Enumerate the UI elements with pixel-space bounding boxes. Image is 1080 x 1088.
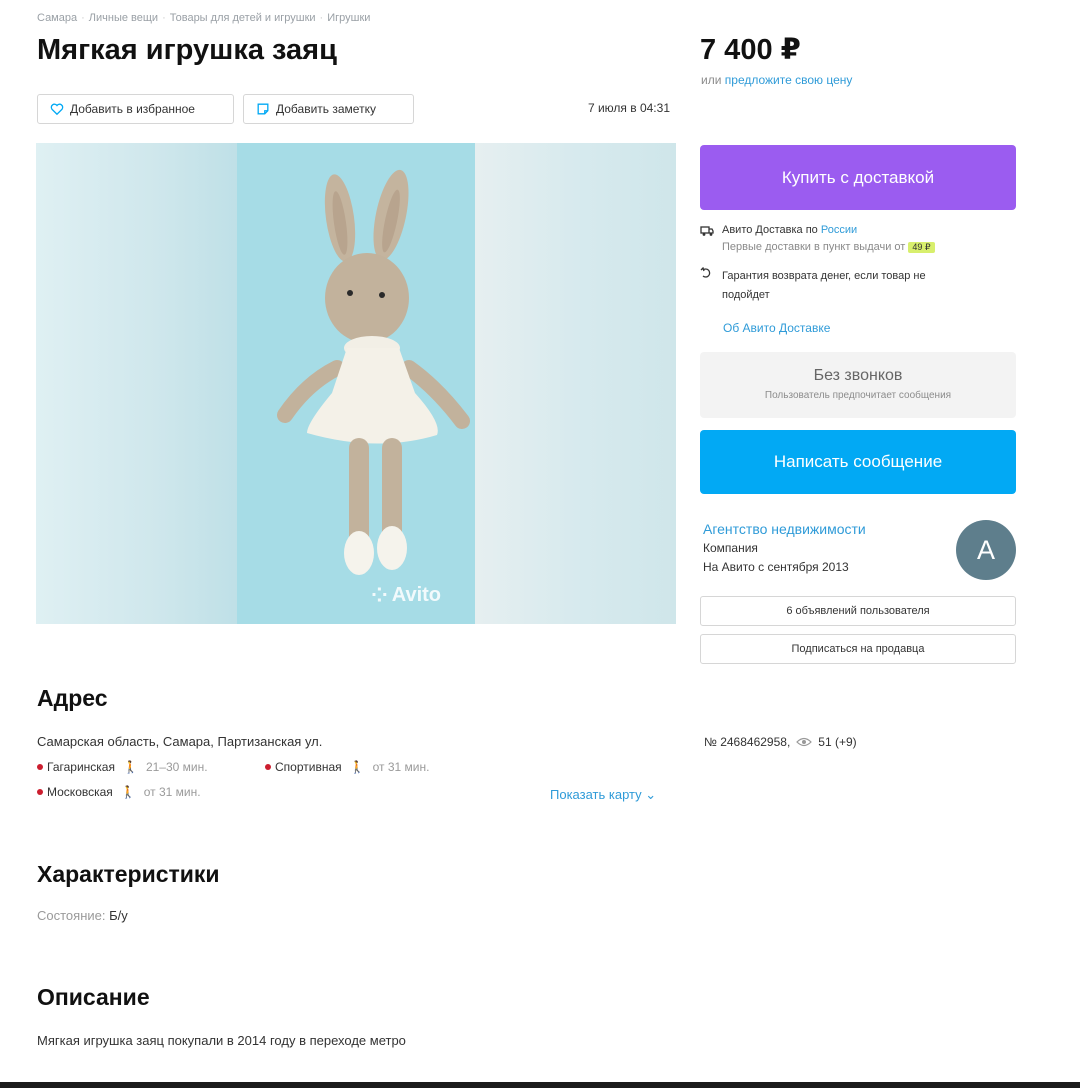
listing-title: Мягкая игрушка заяц (37, 34, 337, 66)
show-map-label: Показать карту (550, 787, 642, 802)
metro-name: Спортивная (275, 760, 342, 774)
show-map-link[interactable]: Показать карту ⌄ (550, 787, 656, 803)
price-offer: или предложите свою цену (701, 73, 852, 87)
no-calls-notice: Без звонков Пользователь предпочитает со… (700, 352, 1016, 418)
return-arrow-icon (700, 267, 711, 278)
offer-price-link[interactable]: предложите свою цену (725, 73, 853, 87)
money-back-guarantee: Гарантия возврата денег, если товар не п… (700, 267, 1016, 305)
metro-station: Гагаринская 🚶 21–30 мин. (37, 760, 208, 774)
delivery-info: Авито Доставка по России Первые доставки… (700, 224, 1016, 305)
eye-icon (796, 737, 813, 747)
about-delivery-link[interactable]: Об Авито Доставке (723, 321, 830, 335)
condition-label: Состояние: (37, 908, 106, 923)
buy-with-delivery-button[interactable]: Купить с доставкой (700, 145, 1016, 210)
bottom-divider (0, 1082, 1080, 1088)
breadcrumb-separator: · (319, 12, 324, 24)
avito-watermark: ⁘ Avito (371, 583, 441, 608)
watermark-text: Avito (391, 584, 442, 606)
gallery-prev-preview[interactable] (36, 143, 237, 624)
seller-ads-button[interactable]: 6 объявлений пользователя (700, 596, 1016, 626)
bunny-toy-image (237, 143, 475, 624)
breadcrumb: Самара · Личные вещи · Товары для детей … (37, 12, 370, 24)
metro-station: Московская 🚶 от 31 мин. (37, 785, 201, 799)
seller-avatar[interactable]: А (956, 520, 1016, 580)
price: 7 400 ₽ (700, 34, 801, 66)
condition-value: Б/у (109, 908, 128, 923)
metro-station: Спортивная 🚶 от 31 мин. (265, 760, 429, 774)
delivery-region-link[interactable]: России (821, 224, 857, 236)
listing-page: Самара · Личные вещи · Товары для детей … (0, 0, 1080, 1088)
photo-gallery[interactable]: ⁘ Avito (36, 143, 676, 624)
item-number: № 2468462958, (704, 735, 791, 749)
avito-logo-icon: ⁘ (371, 585, 388, 607)
characteristics-heading: Характеристики (37, 861, 220, 887)
metro-dot-icon (265, 764, 271, 770)
metro-name: Гагаринская (47, 760, 115, 774)
seller-name-link[interactable]: Агентство недвижимости (703, 521, 943, 537)
breadcrumb-item[interactable]: Игрушки (327, 12, 370, 24)
first-delivery-price-badge: 49 ₽ (908, 242, 935, 253)
address-line: Самарская область, Самара, Партизанская … (37, 734, 323, 749)
add-to-favorites-label: Добавить в избранное (70, 102, 195, 116)
address-heading: Адрес (37, 685, 108, 711)
add-note-button[interactable]: Добавить заметку (243, 94, 414, 124)
first-delivery-text: Первые доставки в пункт выдачи от (722, 241, 906, 253)
delivery-region-prefix: по (805, 224, 818, 236)
main-photo[interactable] (237, 143, 475, 624)
breadcrumb-item[interactable]: Товары для детей и игрушки (170, 12, 316, 24)
delivery-row: Авито Доставка по России (700, 224, 1016, 237)
metro-time: 21–30 мин. (145, 760, 208, 774)
metro-dot-icon (37, 764, 43, 770)
guarantee-text: Гарантия возврата денег, если товар не п… (722, 270, 926, 301)
metro-time: от 31 мин. (372, 760, 430, 774)
first-delivery-note: Первые доставки в пункт выдачи от 49 ₽ (722, 241, 1016, 253)
heart-icon (50, 103, 64, 116)
metro-time: от 31 мин. (143, 785, 201, 799)
walk-icon: 🚶 (349, 760, 365, 774)
item-meta: № 2468462958, 51 (+9) (704, 735, 857, 749)
seller-type: Компания (703, 541, 758, 555)
breadcrumb-item[interactable]: Самара (37, 12, 77, 24)
chevron-down-icon: ⌄ (645, 787, 657, 802)
walk-icon: 🚶 (120, 785, 136, 799)
description-heading: Описание (37, 984, 150, 1010)
price-offer-prefix: или (701, 73, 722, 87)
delivery-title: Авито Доставка (722, 224, 803, 236)
no-calls-title: Без звонков (813, 367, 903, 384)
views-count: 51 (+9) (818, 735, 857, 749)
description-text: Мягкая игрушка заяц покупали в 2014 году… (37, 1033, 406, 1048)
seller-info: Агентство недвижимости Компания На Авито… (703, 521, 943, 579)
note-icon (257, 103, 269, 115)
no-calls-subtitle: Пользователь предпочитает сообщения (764, 390, 952, 401)
metro-name: Московская (47, 785, 113, 799)
breadcrumb-item[interactable]: Личные вещи (89, 12, 158, 24)
delivery-truck-icon (700, 226, 714, 236)
seller-since: На Авито с сентября 2013 (703, 560, 849, 574)
condition-row: Состояние: Б/у (37, 908, 128, 923)
add-note-label: Добавить заметку (276, 102, 376, 116)
breadcrumb-separator: · (162, 12, 166, 24)
write-message-button[interactable]: Написать сообщение (700, 430, 1016, 494)
subscribe-seller-button[interactable]: Подписаться на продавца (700, 634, 1016, 664)
breadcrumb-separator: · (81, 12, 85, 24)
add-to-favorites-button[interactable]: Добавить в избранное (37, 94, 234, 124)
gallery-next-preview[interactable] (475, 143, 676, 624)
walk-icon: 🚶 (122, 760, 138, 774)
metro-dot-icon (37, 789, 43, 795)
post-date: 7 июля в 04:31 (587, 101, 670, 115)
